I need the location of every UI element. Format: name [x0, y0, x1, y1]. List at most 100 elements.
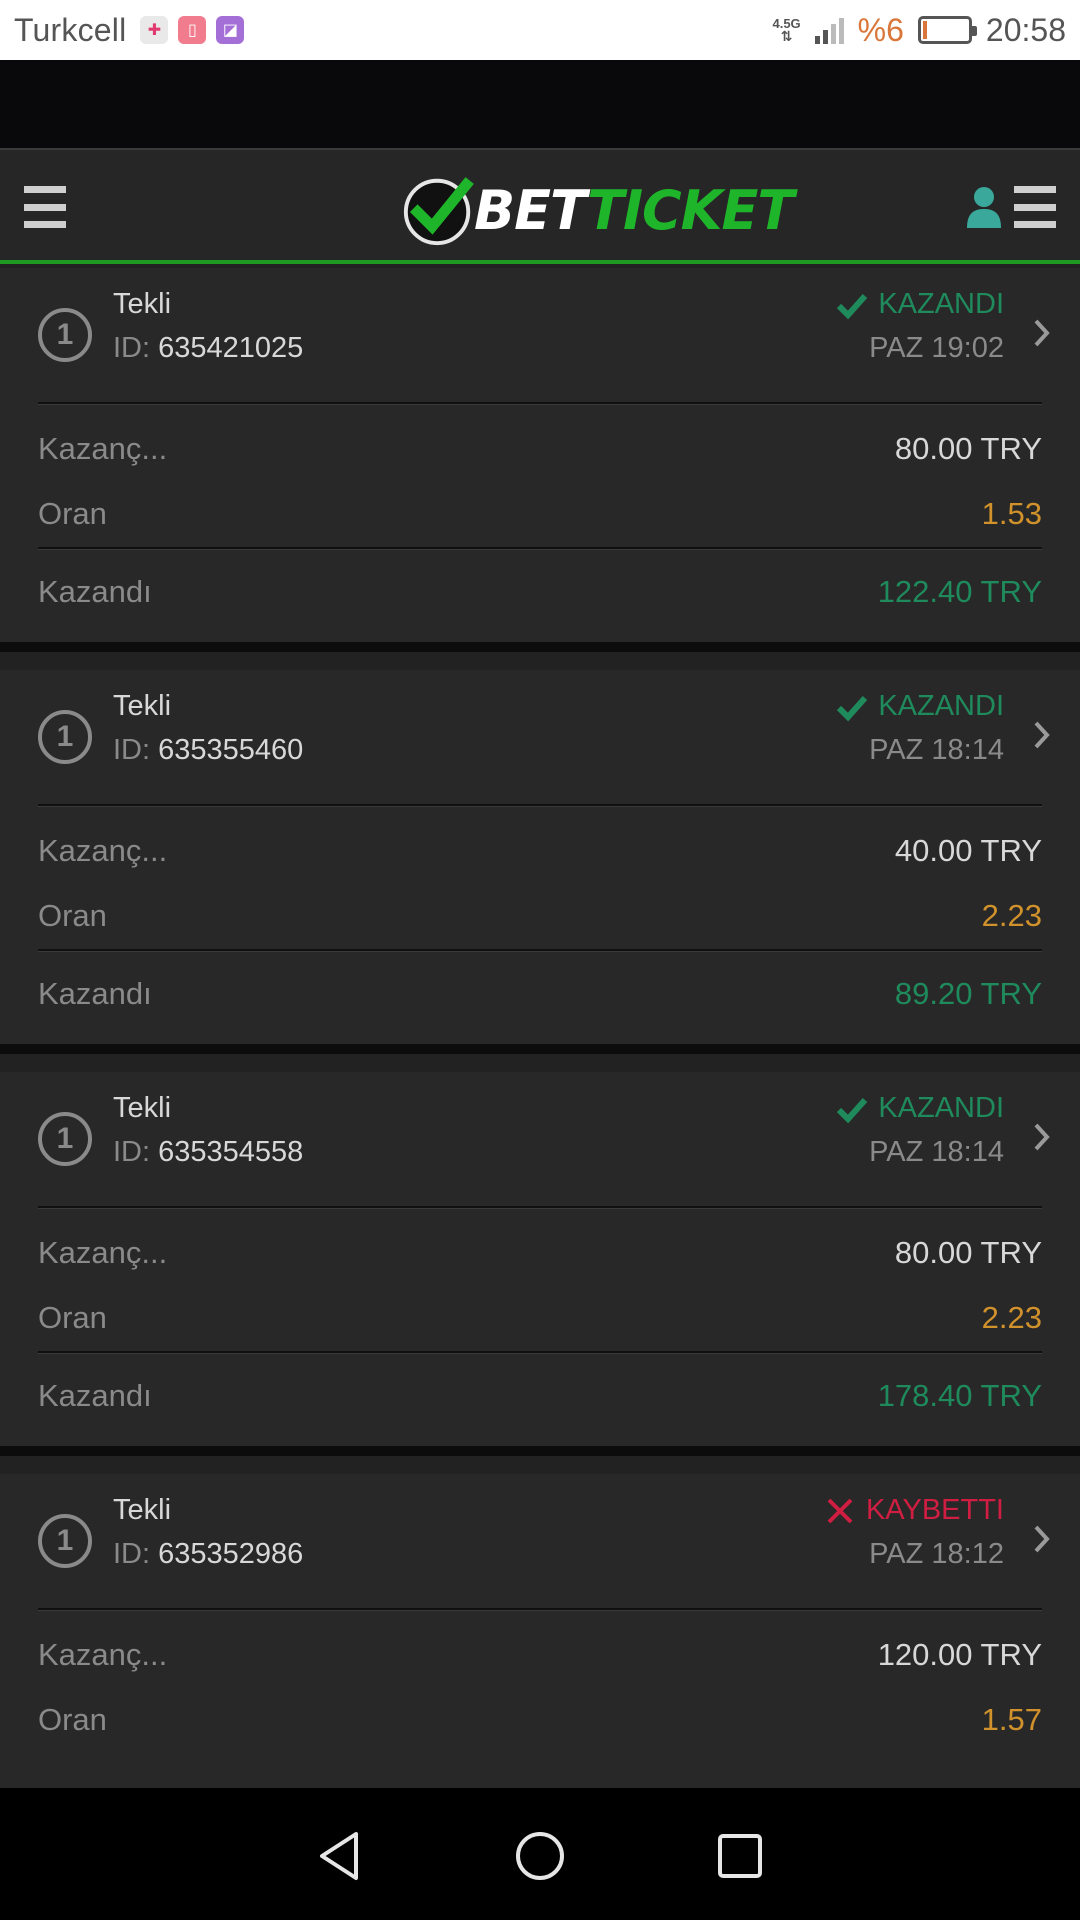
odds-row: Oran 2.23 — [0, 1286, 1080, 1351]
betticket-logo[interactable]: BETTICKET — [400, 170, 794, 250]
status-bar: Turkcell ✚ ▯ ◪ 4.5G ⇅ %6 20:58 — [0, 0, 1080, 60]
odds-label: Oran — [38, 898, 107, 933]
selection-count-badge: 1 — [38, 308, 92, 362]
odds-row: Oran 2.23 — [0, 884, 1080, 949]
chevron-right-icon[interactable] — [1032, 718, 1052, 752]
result-label: Kazandı — [38, 1378, 152, 1413]
bet-card-header[interactable]: 1 Tekli ID: 635354558 KAZANDI PAZ 18:14 — [0, 1072, 1080, 1206]
bet-date: PAZ 19:02 — [869, 332, 1004, 364]
app-icon: ✚ — [140, 16, 169, 44]
battery-percent: %6 — [857, 11, 904, 48]
result-row: Kazandı 122.40 TRY — [0, 550, 1080, 634]
result-label: Kazandı — [38, 976, 152, 1011]
odds-value: 2.23 — [981, 898, 1042, 933]
bet-id-value: 635354558 — [158, 1136, 304, 1168]
card-separator — [0, 1044, 1080, 1054]
bet-date: PAZ 18:14 — [869, 734, 1004, 766]
stake-row: Kazanç... 120.00 TRY — [0, 1623, 1080, 1688]
stake-label: Kazanç... — [38, 1235, 168, 1270]
stake-value: 40.00 TRY — [894, 833, 1042, 868]
image-icon: ◪ — [216, 16, 245, 44]
bet-card[interactable]: 1 Tekli ID: 635352986 KAYBETTI PAZ 18:12… — [0, 1474, 1080, 1788]
bet-status-text: KAZANDI — [878, 1092, 1004, 1124]
bet-card-header[interactable]: 1 Tekli ID: 635421025 KAZANDI PAZ 19:02 — [0, 268, 1080, 402]
bet-type: Tekli — [113, 288, 172, 320]
odds-label: Oran — [38, 1702, 107, 1737]
result-value: 122.40 TRY — [877, 574, 1042, 609]
odds-value: 1.57 — [981, 1702, 1042, 1737]
bet-card[interactable]: 1 Tekli ID: 635354558 KAZANDI PAZ 18:14 … — [0, 1072, 1080, 1446]
stake-value: 80.00 TRY — [894, 431, 1042, 466]
stake-value: 120.00 TRY — [877, 1637, 1042, 1672]
logo-check-icon — [403, 177, 474, 246]
stake-label: Kazanç... — [38, 1637, 168, 1672]
check-icon — [837, 293, 868, 319]
bet-card-header[interactable]: 1 Tekli ID: 635355460 KAZANDI PAZ 18:14 — [0, 670, 1080, 804]
clock: 20:58 — [985, 11, 1066, 48]
odds-value: 1.53 — [981, 496, 1042, 531]
odds-value: 2.23 — [981, 1300, 1042, 1335]
data-arrows-icon: ⇅ — [780, 28, 793, 44]
bet-status-text: KAZANDI — [878, 288, 1004, 320]
bet-id: ID: 635352986 — [113, 1538, 303, 1571]
bet-status: KAZANDI — [836, 690, 1004, 723]
odds-label: Oran — [38, 496, 107, 531]
bets-menu-hamburger-icon[interactable] — [1014, 186, 1056, 228]
chevron-right-icon[interactable] — [1032, 1522, 1052, 1556]
bet-status: KAYBETTI — [824, 1494, 1004, 1527]
home-circle-icon[interactable] — [512, 1828, 568, 1884]
logo-text: BETTICKET — [474, 178, 794, 242]
result-value: 178.40 TRY — [877, 1378, 1042, 1413]
bet-id-label: ID: — [113, 1538, 151, 1570]
bet-status: KAZANDI — [836, 1092, 1004, 1125]
result-label: Kazandı — [38, 574, 152, 609]
bet-type: Tekli — [113, 1092, 172, 1124]
app-header: BETTICKET — [0, 148, 1080, 264]
top-black-band — [0, 60, 1080, 148]
bet-id: ID: 635354558 — [113, 1136, 303, 1169]
bet-status: KAZANDI — [836, 288, 1004, 321]
stake-row: Kazanç... 80.00 TRY — [0, 417, 1080, 482]
bet-id-value: 635421025 — [158, 332, 304, 364]
bet-id-value: 635352986 — [158, 1538, 304, 1570]
odds-label: Oran — [38, 1300, 107, 1335]
bet-type: Tekli — [113, 1494, 172, 1526]
check-icon — [837, 1097, 868, 1123]
bet-id: ID: 635355460 — [113, 734, 303, 767]
recents-square-icon[interactable] — [712, 1828, 768, 1884]
bet-status-text: KAYBETTI — [865, 1494, 1004, 1526]
battery-icon — [917, 16, 977, 44]
back-triangle-icon[interactable] — [312, 1828, 368, 1884]
logo-bet-text: BET — [474, 178, 588, 242]
carrier-name: Turkcell — [14, 11, 127, 48]
user-icon[interactable] — [966, 186, 1002, 228]
bet-card[interactable]: 1 Tekli ID: 635421025 KAZANDI PAZ 19:02 … — [0, 268, 1080, 642]
network-indicator: 4.5G ⇅ — [772, 17, 800, 44]
odds-row: Oran 1.53 — [0, 482, 1080, 547]
bet-card-header[interactable]: 1 Tekli ID: 635352986 KAYBETTI PAZ 18:12 — [0, 1474, 1080, 1608]
bet-card[interactable]: 1 Tekli ID: 635355460 KAZANDI PAZ 18:14 … — [0, 670, 1080, 1044]
selection-count-badge: 1 — [38, 1112, 92, 1166]
logo-ticket-text: TICKET — [587, 178, 794, 242]
result-value: 89.20 TRY — [894, 976, 1042, 1011]
signal-icon — [814, 16, 844, 44]
chevron-right-icon[interactable] — [1032, 316, 1052, 350]
odds-row: Oran 1.57 — [0, 1688, 1080, 1753]
check-icon — [837, 695, 868, 721]
notification-icons: ✚ ▯ ◪ — [140, 16, 245, 44]
cross-icon — [827, 1498, 853, 1523]
bet-id-label: ID: — [113, 332, 151, 364]
main-menu-hamburger-icon[interactable] — [24, 186, 66, 228]
bet-status-text: KAZANDI — [878, 690, 1004, 722]
chevron-right-icon[interactable] — [1032, 1120, 1052, 1154]
bet-type: Tekli — [113, 690, 172, 722]
bet-id-label: ID: — [113, 1136, 151, 1168]
stake-label: Kazanç... — [38, 833, 168, 868]
navigation-bar — [0, 1788, 1080, 1920]
card-separator — [0, 1446, 1080, 1456]
stake-value: 80.00 TRY — [894, 1235, 1042, 1270]
card-separator — [0, 642, 1080, 652]
bet-date: PAZ 18:12 — [869, 1538, 1004, 1570]
bet-date: PAZ 18:14 — [869, 1136, 1004, 1168]
bet-id: ID: 635421025 — [113, 332, 303, 365]
